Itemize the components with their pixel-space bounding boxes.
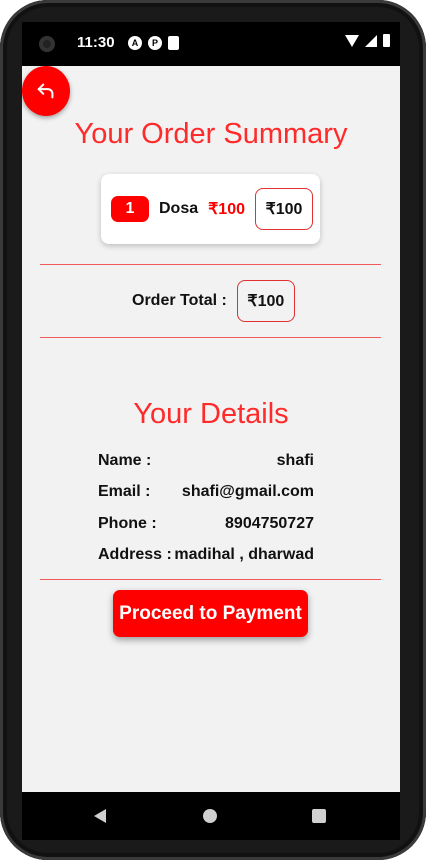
item-name: Dosa [159, 200, 199, 217]
system-nav-bar [22, 792, 400, 840]
order-summary-title: Your Order Summary [74, 118, 348, 150]
system-icons [345, 34, 390, 47]
sd-card-icon [168, 36, 179, 50]
detail-label: Phone : [98, 515, 157, 532]
detail-row-phone: Phone : 8904750727 [98, 514, 314, 534]
detail-value: shafi@gmail.com [181, 483, 314, 500]
detail-label: Address : [98, 546, 172, 563]
detail-value: shafi [276, 452, 314, 469]
nav-back-icon[interactable] [94, 809, 106, 823]
order-total-label: Order Total : [132, 292, 227, 309]
signal-icon [365, 34, 377, 47]
divider-middle [40, 337, 381, 338]
detail-label: Name : [98, 452, 152, 469]
detail-row-email: Email : shafi@gmail.com [98, 482, 314, 502]
back-button[interactable] [22, 66, 70, 116]
divider-top [40, 264, 381, 265]
status-time: 11:30 [77, 34, 115, 51]
nav-recents-icon[interactable] [312, 809, 326, 823]
item-quantity-badge: 1 [111, 196, 149, 222]
back-arrow-icon [37, 83, 54, 99]
wifi-icon [345, 34, 359, 47]
detail-label: Email : [98, 483, 151, 500]
detail-row-address: Address : madihal , dharwad [98, 545, 314, 565]
detail-row-name: Name : shafi [98, 451, 314, 471]
detail-value: 8904750727 [225, 515, 314, 532]
divider-bottom [40, 579, 381, 580]
battery-icon [383, 34, 390, 47]
phone-frame: 11:30 A P Your Order Summary 1 Dosa ₹100… [0, 0, 426, 860]
item-price: ₹100 [208, 201, 245, 218]
app-screen: Your Order Summary 1 Dosa ₹100 ₹100 Orde… [22, 66, 400, 792]
detail-value: madihal , dharwad [174, 546, 314, 563]
notification-a-icon: A [128, 36, 142, 50]
notification-icons: A P [128, 36, 179, 50]
order-item-card: 1 Dosa ₹100 ₹100 [101, 174, 320, 244]
status-bar: 11:30 A P [22, 22, 400, 66]
camera-icon [39, 36, 55, 52]
order-total-value: ₹100 [236, 280, 295, 322]
order-total-row: Order Total : ₹100 [132, 280, 295, 322]
proceed-to-payment-button[interactable]: Proceed to Payment [113, 590, 308, 637]
item-total-box: ₹100 [255, 188, 313, 230]
nav-home-icon[interactable] [203, 809, 217, 823]
your-details-title: Your Details [133, 398, 289, 430]
notification-p-icon: P [148, 36, 162, 50]
